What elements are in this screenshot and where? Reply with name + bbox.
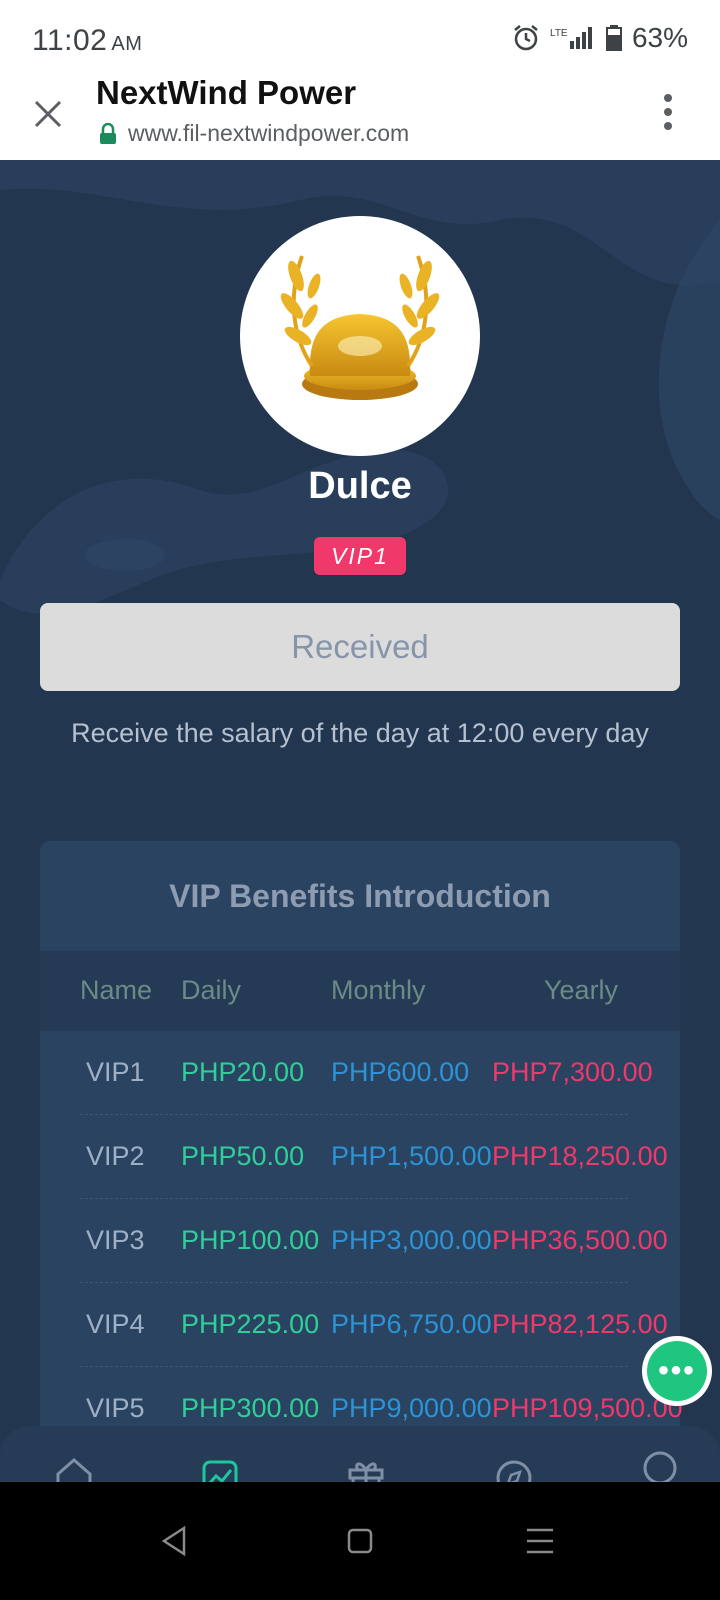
cell-name: VIP4 [86, 1309, 145, 1339]
benefits-title: VIP Benefits Introduction [169, 877, 551, 914]
laurel-crown-trophy-icon [280, 255, 440, 400]
table-row: VIP1 PHP20.00 PHP600.00 PHP7,300.00 [40, 1031, 720, 1115]
battery-percentage: 63% [631, 22, 688, 53]
cell-monthly: PHP6,750.00 [331, 1309, 492, 1339]
lock-icon [100, 122, 116, 144]
header-yearly: Yearly [544, 975, 619, 1005]
cell-yearly: PHP7,300.00 [492, 1057, 653, 1087]
header-monthly: Monthly [331, 975, 426, 1005]
battery-icon [605, 25, 622, 51]
cell-daily: PHP100.00 [181, 1225, 320, 1255]
cell-yearly: PHP36,500.00 [492, 1225, 668, 1255]
cell-monthly: PHP1,500.00 [331, 1141, 492, 1171]
receive-salary-button[interactable]: Received [40, 603, 680, 691]
cell-yearly: PHP82,125.00 [492, 1309, 668, 1339]
home-square-icon [347, 1528, 373, 1554]
cell-daily: PHP300.00 [181, 1393, 320, 1423]
close-icon [34, 100, 62, 128]
header-name: Name [80, 975, 153, 1005]
more-options-button[interactable] [656, 92, 680, 132]
chat-bubble-icon: ••• [647, 1341, 707, 1401]
signal-icon: LTE [550, 27, 592, 49]
status-ampm: AM [111, 33, 143, 55]
back-triangle-icon [161, 1525, 186, 1557]
status-time-value: 11:02 [32, 24, 108, 57]
username: Dulce [308, 465, 412, 507]
svg-text:LTE: LTE [550, 28, 568, 39]
main-content: Dulce VIP1 Received Receive the salary o… [0, 160, 720, 1510]
close-button[interactable] [28, 94, 68, 134]
recents-menu-icon [527, 1528, 553, 1554]
status-icons: LTE 63% [512, 22, 688, 54]
status-bar: 11:02 AM LTE 63% [0, 0, 720, 76]
header-daily: Daily [181, 975, 242, 1005]
url-bar[interactable]: www.fil-nextwindpower.com [98, 120, 409, 147]
salary-note: Receive the salary of the day at 12:00 e… [71, 718, 649, 748]
system-recents-button[interactable] [515, 1516, 565, 1566]
table-header: Name Daily Monthly Yearly [40, 951, 680, 1031]
table-row: VIP2 PHP50.00 PHP1,500.00 PHP18,250.00 [40, 1115, 720, 1199]
cell-name: VIP2 [86, 1141, 145, 1171]
system-home-button[interactable] [335, 1516, 385, 1566]
cell-monthly: PHP3,000.00 [331, 1225, 492, 1255]
system-back-button[interactable] [150, 1516, 200, 1566]
cell-name: VIP3 [86, 1225, 145, 1255]
url-text: www.fil-nextwindpower.com [128, 120, 410, 146]
chat-button[interactable]: ••• [642, 1336, 712, 1406]
vip-benefits-card: VIP Benefits Introduction Name Daily Mon… [40, 841, 683, 1510]
table-row: VIP3 PHP100.00 PHP3,000.00 PHP36,500.00 [40, 1199, 720, 1283]
cell-monthly: PHP600.00 [331, 1057, 470, 1087]
cell-daily: PHP20.00 [181, 1057, 305, 1087]
page-title: NextWind Power [96, 74, 357, 111]
cell-name: VIP1 [86, 1057, 145, 1087]
alarm-icon [514, 25, 538, 51]
system-navigation-bar [0, 1482, 720, 1600]
cell-daily: PHP225.00 [181, 1309, 320, 1339]
avatar [240, 216, 480, 456]
table-row: VIP4 PHP225.00 PHP6,750.00 PHP82,125.00 [40, 1283, 720, 1367]
browser-header: NextWind Power www.fil-nextwindpower.com [0, 74, 720, 161]
status-time: 11:02 AM [32, 24, 142, 58]
more-vert-icon [664, 94, 672, 130]
cell-daily: PHP50.00 [181, 1141, 305, 1171]
cell-yearly: PHP18,250.00 [492, 1141, 668, 1171]
vip-level-badge: VIP1 [314, 537, 406, 575]
cell-name: VIP5 [86, 1393, 145, 1423]
cell-monthly: PHP9,000.00 [331, 1393, 492, 1423]
